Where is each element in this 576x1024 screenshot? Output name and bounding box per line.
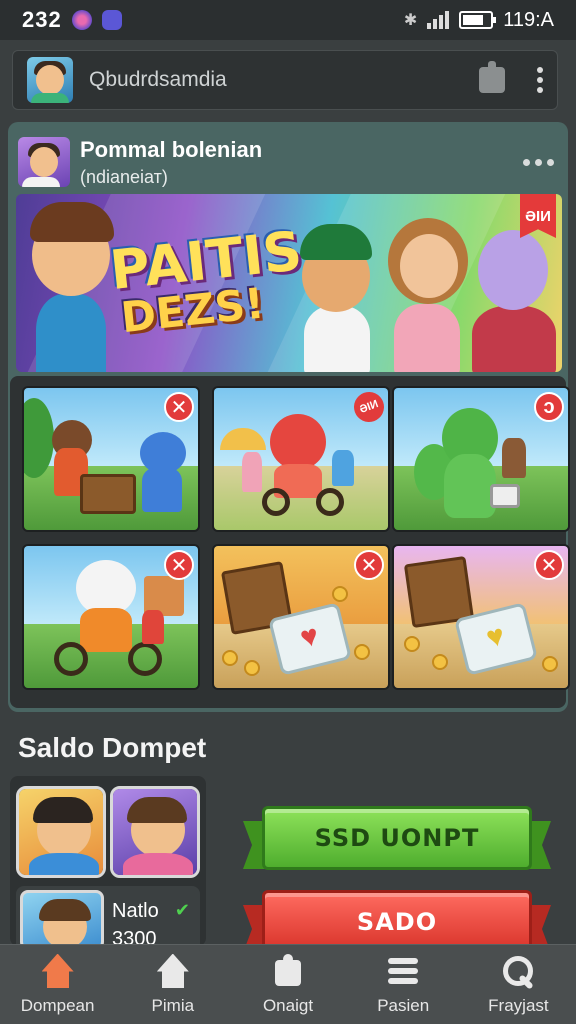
status-time: 232 <box>22 7 62 32</box>
grid-tile[interactable]: ✕ <box>392 544 570 690</box>
grid-tile[interactable]: ƏIИ <box>212 386 390 532</box>
post-banner[interactable]: PAITIS DEZS! ƏIИ <box>16 194 562 372</box>
status-bar: 232 ✱ 119:A <box>0 0 576 40</box>
nav-label: Onaigt <box>262 995 314 1015</box>
close-icon[interactable]: ✕ <box>354 550 384 580</box>
top-bar: Qbudrdsamdia <box>12 50 558 110</box>
share-icon[interactable] <box>479 61 505 93</box>
bottom-navigation: Dompean Pimia Onaigt Pasien Frayjast <box>0 944 576 1024</box>
post-subtitle: (ndianeiат) <box>80 166 168 187</box>
top-bar-title: Qbudrdsamdia <box>89 68 227 91</box>
home-icon <box>154 954 192 988</box>
close-icon[interactable]: ✕ <box>164 550 194 580</box>
close-icon[interactable]: ✕ <box>534 550 564 580</box>
home-icon <box>39 954 77 988</box>
account-avatar <box>20 890 104 950</box>
grid-tile[interactable]: ✕ <box>22 544 200 690</box>
puzzle-icon <box>269 953 307 988</box>
grid-tile[interactable]: ↄ <box>392 386 570 532</box>
wallet-account-row[interactable]: Natlo ✔ 3300 <box>16 886 200 950</box>
grid-tile[interactable]: ✕ <box>22 386 200 532</box>
image-grid: ✕ ƏIИ ↄ ✕ ♥ ✕ ♥ ✕ <box>10 376 570 708</box>
nav-label: Dompean <box>20 995 95 1015</box>
nav-item-frayjast[interactable]: Frayjast <box>461 945 576 1024</box>
battery-level <box>463 15 483 25</box>
close-icon[interactable]: ↄ <box>534 392 564 422</box>
nav-item-dompean[interactable]: Dompean <box>0 945 115 1024</box>
post-header: Pommal bolenian (ndianeiат) <box>18 132 558 192</box>
search-icon <box>499 954 537 988</box>
notification-chat-icon <box>101 10 122 30</box>
more-horiz-icon[interactable] <box>523 158 554 166</box>
nav-item-pasien[interactable]: Pasien <box>346 945 461 1024</box>
nav-item-pimia[interactable]: Pimia <box>115 945 230 1024</box>
nav-label: Pasien <box>377 995 430 1015</box>
profile-avatar[interactable] <box>27 57 73 103</box>
nav-label: Frayjast <box>488 995 549 1015</box>
status-clock: 119:A <box>503 8 554 31</box>
bluetooth-icon: ✱ <box>403 12 418 29</box>
signal-icon <box>427 11 450 29</box>
wallet-thumbnail[interactable] <box>16 786 106 878</box>
post-author-avatar[interactable] <box>18 137 70 187</box>
nav-item-onaigt[interactable]: Onaigt <box>230 945 345 1024</box>
banner-headline: PAITIS DEZS! <box>107 219 309 342</box>
grid-tile[interactable]: ✕ <box>212 544 390 690</box>
nav-label: Pimia <box>151 995 195 1015</box>
banner-badge[interactable]: ƏIИ <box>520 194 556 238</box>
battery-icon <box>459 11 497 29</box>
wallet-panel: Natlo ✔ 3300 <box>10 776 206 950</box>
account-name: Natlo <box>112 900 159 922</box>
wallet-section-title: Saldo Dompet <box>18 732 207 763</box>
primary-wallet-button[interactable]: SSD UONPT <box>262 806 532 870</box>
more-vert-icon[interactable] <box>537 67 543 93</box>
wallet-thumbnail[interactable] <box>110 786 200 878</box>
check-icon: ✔ <box>174 900 190 920</box>
status-indicators: ✱ 119:A <box>404 9 554 32</box>
list-icon <box>384 954 422 988</box>
close-icon[interactable]: ✕ <box>164 392 194 422</box>
post-card: Pommal bolenian (ndianeiат) PAITIS DEZS!… <box>8 122 570 712</box>
notification-app-icon <box>71 10 92 30</box>
post-title[interactable]: Pommal bolenian <box>80 137 262 163</box>
